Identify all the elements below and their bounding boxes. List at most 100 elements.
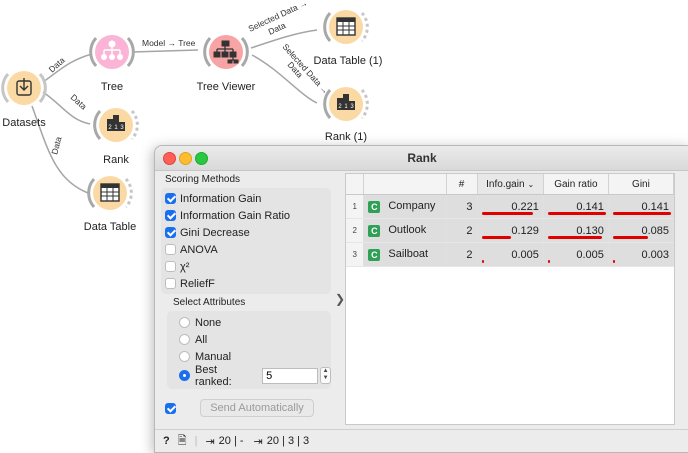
radio-all[interactable]: All — [167, 331, 331, 348]
score-bar — [547, 260, 550, 263]
row-number: 3 — [346, 242, 365, 267]
checkbox[interactable] — [165, 227, 176, 238]
header-gini[interactable]: Gini — [608, 174, 675, 195]
window-title: Rank — [407, 151, 437, 165]
radio-none[interactable]: None — [167, 314, 331, 331]
link-tree-viewer[interactable] — [131, 49, 199, 53]
header-attribute[interactable] — [363, 174, 447, 195]
header-info-gain[interactable]: Info.gain ⌄ — [477, 174, 544, 195]
radio[interactable] — [179, 317, 190, 328]
best-ranked-input[interactable] — [262, 367, 319, 384]
node-rank[interactable]: 2 1 3 — [93, 108, 139, 142]
score-bar — [547, 212, 606, 215]
scoring-checkbox-gain-ratio[interactable]: Information Gain Ratio — [161, 207, 331, 224]
radio[interactable] — [179, 351, 190, 362]
checkbox-label: Information Gain — [180, 192, 262, 205]
metric-value: 0.003 — [641, 248, 669, 261]
node-label-data-table-1: Data Table (1) — [313, 55, 383, 67]
best-ranked-stepper[interactable]: ▲ ▼ — [320, 367, 331, 384]
score-bar — [612, 260, 615, 263]
chevron-up-icon[interactable]: ▲ — [323, 368, 329, 374]
checkbox[interactable] — [165, 244, 176, 255]
scoring-methods-box: Information Gain Information Gain Ratio … — [161, 188, 331, 294]
checkbox[interactable] — [165, 261, 176, 272]
attribute-name: Outlook — [388, 224, 427, 237]
gain-ratio-cell: 0.005 — [543, 242, 609, 267]
radio-label: Manual — [195, 350, 232, 363]
metric-value: 0.141 — [641, 200, 669, 213]
node-tree[interactable] — [89, 35, 135, 69]
score-bar — [481, 236, 511, 239]
node-label-tree: Tree — [100, 81, 124, 93]
metric-value: 0.221 — [511, 200, 539, 213]
scoring-checkbox-gini[interactable]: Gini Decrease — [161, 224, 331, 241]
chevron-right-icon[interactable]: ❯ — [335, 292, 345, 306]
scoring-checkbox-info-gain[interactable]: Information Gain — [161, 190, 331, 207]
metric-value: 0.085 — [641, 224, 669, 237]
input-summary: 20 | - — [218, 435, 244, 447]
count-cell: 2 — [446, 242, 478, 267]
radio-best-ranked[interactable]: Best ranked: ▲▼ — [167, 364, 331, 388]
node-label-rank: Rank — [103, 154, 129, 166]
chevron-down-icon[interactable]: ▼ — [323, 375, 329, 381]
report-icon[interactable]: 🗎 — [178, 432, 187, 451]
scoring-checkbox-relieff[interactable]: ReliefF — [161, 275, 331, 292]
scoring-checkbox-anova[interactable]: ANOVA — [161, 241, 331, 258]
info-gain-cell: 0.129 — [477, 218, 544, 243]
table-row[interactable]: 2 C Outlook 2 0.129 0.130 0.085 — [346, 218, 675, 243]
checkbox[interactable] — [165, 278, 176, 289]
gini-cell: 0.003 — [608, 242, 675, 267]
table-row[interactable]: 3 C Sailboat 2 0.005 0.005 0.003 — [346, 242, 675, 267]
metric-value: 0.005 — [511, 248, 539, 261]
checkbox-label: ReliefF — [180, 277, 215, 290]
send-row: Send Automatically — [165, 399, 314, 417]
radio[interactable] — [179, 370, 190, 381]
categorical-icon: C — [368, 248, 381, 261]
gain-ratio-cell: 0.141 — [543, 194, 609, 219]
send-auto-checkbox[interactable] — [165, 402, 176, 414]
select-attributes-box: None All Manual Best ranked: ▲▼ — [167, 311, 331, 389]
input-icon: ⇥ — [205, 435, 215, 448]
gini-cell: 0.141 — [608, 194, 675, 219]
metric-value: 0.130 — [576, 224, 604, 237]
checkbox-label: ANOVA — [180, 243, 218, 256]
checkbox[interactable] — [165, 193, 176, 204]
metric-value: 0.129 — [511, 224, 539, 237]
score-bar — [612, 212, 671, 215]
node-data-table-1[interactable] — [323, 10, 369, 44]
header-count[interactable]: # — [446, 174, 478, 195]
rank-window: Rank Scoring Methods Information Gain In… — [154, 145, 688, 453]
node-rank-1[interactable]: 2 1 3 — [323, 87, 369, 121]
node-label-datasets: Datasets — [2, 117, 46, 129]
node-data-table[interactable] — [87, 176, 133, 210]
help-icon[interactable]: ? — [163, 435, 170, 447]
controls-panel: Scoring Methods Information Gain Informa… — [161, 174, 331, 389]
attribute-cell: C Sailboat — [363, 242, 447, 267]
radio-label: All — [195, 333, 208, 346]
checkbox-label: χ² — [180, 260, 190, 273]
window-titlebar[interactable]: Rank — [155, 146, 688, 171]
node-tree-viewer[interactable] — [203, 35, 249, 69]
rank-table[interactable]: # Info.gain ⌄ Gain ratio Gini 1 C Company … — [345, 173, 675, 425]
categorical-icon: C — [368, 200, 381, 213]
table-icon — [100, 183, 120, 202]
node-datasets[interactable] — [1, 71, 47, 105]
edge-label: Data — [49, 135, 63, 155]
radio-label: None — [195, 316, 222, 329]
send-automatically-button[interactable]: Send Automatically — [200, 399, 314, 417]
scoring-checkbox-chi2[interactable]: χ² — [161, 258, 331, 275]
header-label: Info.gain — [486, 178, 525, 190]
row-number: 1 — [346, 194, 365, 219]
attribute-name: Company — [388, 200, 436, 213]
table-row[interactable]: 1 C Company 3 0.221 0.141 0.141 — [346, 194, 675, 219]
header-gain-ratio[interactable]: Gain ratio — [543, 174, 609, 195]
score-bar — [612, 236, 648, 239]
checkbox[interactable] — [165, 210, 176, 221]
scoring-methods-title: Scoring Methods — [165, 174, 241, 185]
radio[interactable] — [179, 334, 190, 345]
chevron-down-icon: ⌄ — [527, 179, 535, 189]
edge-label: Data — [69, 92, 89, 112]
node-label-data-table: Data Table — [83, 221, 137, 233]
score-bar — [481, 260, 484, 263]
radio-manual[interactable]: Manual — [167, 348, 331, 365]
